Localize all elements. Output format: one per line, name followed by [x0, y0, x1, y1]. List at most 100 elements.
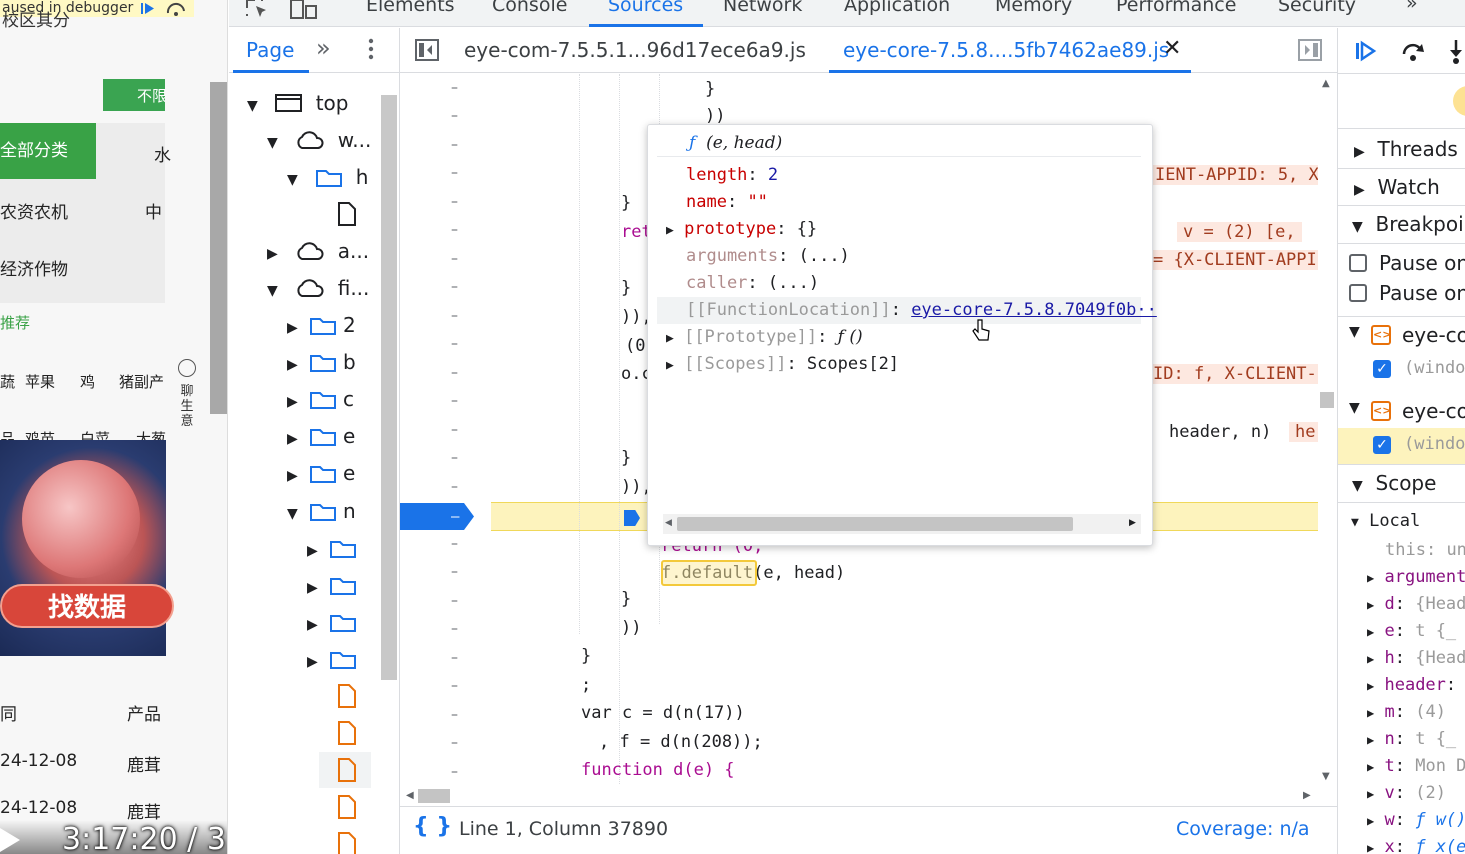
category-col2-item[interactable]: 中: [145, 198, 162, 223]
expand-arrow-icon[interactable]: ▶: [1367, 571, 1374, 585]
tree-item-top[interactable]: ▼ top: [247, 85, 349, 121]
section-breakpoints[interactable]: ▼ Breakpoir: [1352, 212, 1465, 236]
category-all[interactable]: 全部分类: [0, 123, 96, 179]
webpage-scrollbar[interactable]: [210, 82, 227, 414]
tree-item-folder[interactable]: ▶ c: [287, 381, 354, 417]
filter-any-button[interactable]: 不限: [103, 79, 165, 111]
tree-item-js-file-selected[interactable]: [319, 752, 371, 788]
expand-arrow-icon[interactable]: ▼: [287, 162, 303, 198]
collapse-arrow-icon[interactable]: ▶: [287, 384, 303, 420]
collapse-arrow-icon[interactable]: ▼: [1352, 219, 1363, 235]
scope-local[interactable]: ▼ Local: [1351, 511, 1420, 531]
pretty-print-icon[interactable]: { }: [413, 814, 452, 839]
breakpoint-code[interactable]: (windov: [1404, 358, 1465, 378]
prop-scopes[interactable]: ▶ [[Scopes]]: Scopes[2]: [666, 354, 899, 374]
inspect-element-icon[interactable]: [243, 0, 271, 24]
collapse-arrow-icon[interactable]: ▼: [1349, 324, 1360, 340]
tree-item-folder[interactable]: ▶ b: [287, 344, 356, 380]
expand-arrow-icon[interactable]: ▶: [1367, 760, 1374, 774]
inline-breakpoint-icon[interactable]: [624, 510, 640, 526]
expand-arrow-icon[interactable]: ▶: [1367, 679, 1374, 693]
expand-arrow-icon[interactable]: ▶: [1354, 144, 1365, 160]
tab-application[interactable]: Application: [844, 0, 950, 16]
prop-arguments[interactable]: arguments: (...): [686, 246, 850, 266]
function-location-link[interactable]: eye-core-7.5.8.7049f0b··: [911, 300, 1157, 320]
expand-arrow-icon[interactable]: ▶: [1367, 598, 1374, 612]
prop-caller[interactable]: caller: (...): [686, 273, 819, 293]
expand-arrow-icon[interactable]: ▶: [666, 331, 674, 346]
tree-item-domain[interactable]: ▼ w...: [267, 122, 371, 158]
expand-arrow-icon[interactable]: ▶: [666, 223, 674, 238]
tree-item-file[interactable]: [337, 196, 357, 232]
scope-var[interactable]: ▶ d: {Head: [1367, 594, 1465, 614]
rec-item[interactable]: 蔬: [0, 371, 15, 392]
device-toolbar-icon[interactable]: [289, 0, 319, 24]
close-tab-icon[interactable]: ✕: [1163, 36, 1181, 61]
collapse-arrow-icon[interactable]: ▶: [287, 347, 303, 383]
collapse-arrow-icon[interactable]: ▶: [287, 458, 303, 494]
scope-var[interactable]: ▶ t: Mon D: [1367, 756, 1465, 776]
more-tabs-icon[interactable]: »: [1406, 0, 1418, 14]
tab-sources[interactable]: Sources: [608, 0, 683, 16]
tree-item-js-file[interactable]: [337, 826, 357, 854]
expand-arrow-icon[interactable]: ▶: [1354, 182, 1365, 198]
tab-elements[interactable]: Elements: [366, 0, 455, 16]
scope-var[interactable]: ▶ n: t {_: [1367, 729, 1456, 749]
expand-arrow-icon[interactable]: ▶: [1367, 625, 1374, 639]
step-over-icon[interactable]: [165, 0, 185, 17]
toggle-navigator-icon[interactable]: [414, 38, 440, 66]
tab-memory[interactable]: Memory: [995, 0, 1072, 16]
scroll-left-icon[interactable]: ◀: [406, 790, 414, 801]
code-vertical-scrollbar[interactable]: [1318, 74, 1336, 786]
tree-item-folder[interactable]: ▶ 2: [287, 307, 356, 343]
scope-var[interactable]: ▶ h: {Head: [1367, 648, 1465, 668]
tree-item-folder[interactable]: ▶ e: [287, 455, 355, 491]
scope-var-this[interactable]: this: un: [1385, 540, 1465, 560]
editor-tab-eye-core[interactable]: eye-core-7.5.8....5fb7462ae89.js: [843, 38, 1169, 62]
tree-item-domain[interactable]: ▼ fi...: [267, 270, 369, 306]
editor-tab-eye-com[interactable]: eye-com-7.5.5.1...96d17ece6a9.js: [464, 38, 806, 62]
breakpoint-marker[interactable]: –: [400, 503, 474, 530]
collapse-arrow-icon[interactable]: ▶: [287, 310, 303, 346]
chat-icon[interactable]: [178, 359, 196, 377]
collapse-arrow-icon[interactable]: ▶: [307, 607, 323, 643]
collapse-arrow-icon[interactable]: ▼: [1351, 515, 1359, 530]
tab-console[interactable]: Console: [492, 0, 567, 16]
code-vertical-scroll-thumb[interactable]: [1320, 392, 1334, 408]
category-col2-item[interactable]: 水: [154, 141, 171, 166]
rec-item[interactable]: 猪副产: [119, 371, 164, 392]
scope-var[interactable]: ▶ w: ƒ w(): [1367, 810, 1465, 830]
tree-item-folder[interactable]: ▼ h: [287, 159, 368, 195]
scroll-up-icon[interactable]: ▲: [1322, 78, 1330, 89]
scroll-right-icon[interactable]: ▶: [1129, 518, 1136, 528]
expand-arrow-icon[interactable]: ▶: [1367, 652, 1374, 666]
collapse-arrow-icon[interactable]: ▶: [267, 236, 283, 272]
resume-icon[interactable]: [1354, 40, 1378, 66]
section-watch[interactable]: ▶ Watch: [1354, 175, 1440, 199]
step-over-icon[interactable]: [1400, 40, 1426, 66]
code-horizontal-scroll-thumb[interactable]: [418, 789, 450, 803]
collapse-arrow-icon[interactable]: ▼: [1349, 400, 1360, 416]
collapse-arrow-icon[interactable]: ▶: [307, 570, 323, 606]
chat-label[interactable]: 聊生意: [178, 384, 196, 429]
scope-var[interactable]: ▶ e: t {_: [1367, 621, 1456, 641]
expand-arrow-icon[interactable]: ▼: [287, 496, 303, 532]
tree-item-js-file[interactable]: [337, 715, 357, 751]
tree-item-folder[interactable]: ▶ e: [287, 418, 355, 454]
section-scope[interactable]: ▼ Scope: [1352, 471, 1436, 495]
pause-on-uncaught-checkbox[interactable]: [1349, 254, 1367, 272]
toggle-debugger-icon[interactable]: [1297, 38, 1323, 66]
tree-item-js-file[interactable]: [337, 678, 357, 714]
rec-item[interactable]: 鸡: [80, 371, 95, 392]
pause-on-caught-checkbox[interactable]: [1349, 284, 1367, 302]
collapse-arrow-icon[interactable]: ▶: [287, 421, 303, 457]
expand-arrow-icon[interactable]: ▶: [1367, 706, 1374, 720]
prop-internal-prototype[interactable]: ▶ [[Prototype]]: ƒ (): [666, 327, 863, 347]
collapse-arrow-icon[interactable]: ▼: [1352, 478, 1363, 494]
section-threads[interactable]: ▶ Threads: [1354, 137, 1458, 161]
scope-var[interactable]: ▶ header:: [1367, 675, 1456, 695]
expand-arrow-icon[interactable]: ▼: [247, 88, 263, 124]
category-farm-machinery[interactable]: 农资农机: [0, 198, 68, 223]
expand-arrow-icon[interactable]: ▶: [1367, 787, 1374, 801]
tab-performance[interactable]: Performance: [1116, 0, 1236, 16]
